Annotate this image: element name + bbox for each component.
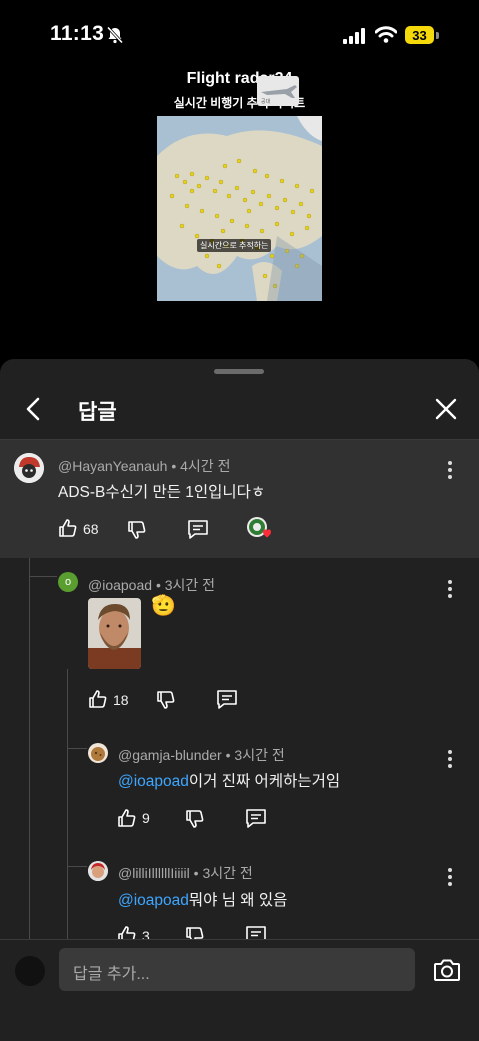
- cellular-signal-icon: [343, 28, 365, 44]
- sheet-title: 답글: [78, 401, 117, 424]
- like-count: 68: [83, 521, 99, 537]
- camera-icon[interactable]: [433, 957, 461, 983]
- parent-comment: @HayanYeanauh • 4시간 전 ADS-B수신기 만든 1인입니다ㅎ…: [0, 440, 479, 558]
- world-map-graphic: [157, 116, 322, 301]
- svg-text:공대: 공대: [261, 98, 271, 105]
- wifi-icon: [375, 26, 397, 43]
- man-face-image: [88, 598, 141, 669]
- reply-icon[interactable]: [187, 519, 209, 539]
- avatar-image: [91, 747, 105, 761]
- comment-time: 4시간 전: [180, 458, 231, 474]
- thumbs-up-icon[interactable]: [58, 518, 78, 538]
- comment-meta: @lilliIllllllIiiiil • 3시간 전: [118, 865, 253, 881]
- comment-author[interactable]: @lilliIllllllIiiiil: [118, 865, 190, 881]
- more-options-icon[interactable]: [446, 750, 454, 770]
- map-caption: 실시간으로 추적하는: [197, 239, 272, 252]
- mention-link[interactable]: @ioapoad: [118, 892, 189, 909]
- comment-text: @ioapoad이거 진짜 어케하는거임: [118, 769, 340, 791]
- comment-author[interactable]: @HayanYeanauh: [58, 458, 167, 474]
- comment-meta: @ioapoad • 3시간 전: [88, 577, 216, 593]
- airplane-icon: 공대: [261, 85, 297, 105]
- reply-input-placeholder: 답글 추가...: [73, 966, 150, 983]
- avatar-image: [14, 453, 44, 483]
- more-options-icon[interactable]: [446, 461, 454, 481]
- comment-meta: @gamja-blunder • 3시간 전: [118, 747, 285, 763]
- more-options-icon[interactable]: [446, 868, 454, 888]
- avatar[interactable]: o: [58, 572, 78, 592]
- mention-link[interactable]: @ioapoad: [118, 773, 189, 790]
- avatar[interactable]: [14, 453, 44, 483]
- avatar[interactable]: [88, 861, 108, 881]
- video-title: Flight radar24: [186, 70, 293, 87]
- status-bar: 11:13 33: [0, 0, 479, 70]
- thumbs-down-icon[interactable]: [127, 520, 147, 540]
- bell-muted-icon: [106, 26, 124, 44]
- reply-icon[interactable]: [216, 689, 238, 709]
- video-subtitle: 실시간 비행기 추적 사이트: [173, 96, 306, 110]
- creator-heart-badge: [247, 517, 271, 538]
- thumbs-down-icon[interactable]: [156, 690, 176, 710]
- like-count: 9: [142, 810, 150, 826]
- heart-icon: [249, 519, 271, 538]
- thread-line-branch: [67, 866, 87, 867]
- my-avatar: [15, 956, 45, 986]
- status-time: 11:13: [50, 22, 105, 45]
- thread-line-branch: [29, 576, 57, 577]
- battery-indicator: 33: [405, 26, 434, 44]
- comment-time: 3시간 전: [234, 747, 285, 763]
- close-icon[interactable]: [434, 397, 458, 421]
- comment-meta: @HayanYeanauh • 4시간 전: [58, 458, 231, 474]
- comment-time: 3시간 전: [164, 577, 216, 593]
- avatar-letter: o: [64, 576, 72, 588]
- replies-sheet: 답글 @HayanYeanauh • 4시간 전 ADS-B수신기 만든 1인입…: [0, 359, 479, 1040]
- battery-tip: [436, 32, 439, 39]
- comment-body: 이거 진짜 어케하는거임: [188, 773, 341, 790]
- comment-time: 3시간 전: [202, 865, 253, 881]
- avatar-image: [88, 861, 108, 881]
- thread-line: [67, 669, 68, 944]
- reply-input[interactable]: 답글 추가...: [59, 948, 415, 991]
- reply-compose-bar: 답글 추가...: [0, 939, 479, 1041]
- more-options-icon[interactable]: [446, 580, 454, 600]
- reaction-image: [88, 598, 141, 669]
- flight-map-image: 실시간으로 추적하는: [157, 116, 322, 301]
- comment-author[interactable]: @ioapoad: [88, 577, 152, 593]
- thread-line-branch: [67, 748, 87, 749]
- sheet-header: 답글: [0, 379, 479, 439]
- comment-body: 뭐야 님 왜 있음: [188, 892, 288, 909]
- thumbs-up-icon[interactable]: [88, 689, 108, 709]
- comment-text: ADS-B수신기 만든 1인입니다ㅎ: [58, 484, 266, 501]
- salute-emoji: 🫡: [151, 595, 176, 617]
- reply-icon[interactable]: [245, 808, 267, 828]
- comment-text: @ioapoad뭐야 님 왜 있음: [118, 888, 287, 910]
- thumbs-down-icon[interactable]: [185, 809, 205, 829]
- airplane-image: 공대: [257, 76, 299, 106]
- avatar[interactable]: [88, 743, 108, 763]
- comment-author[interactable]: @gamja-blunder: [118, 747, 222, 763]
- thumbs-up-icon[interactable]: [117, 808, 137, 828]
- chevron-left-icon[interactable]: [22, 397, 46, 421]
- like-count: 18: [113, 692, 129, 708]
- drag-handle[interactable]: [214, 369, 264, 374]
